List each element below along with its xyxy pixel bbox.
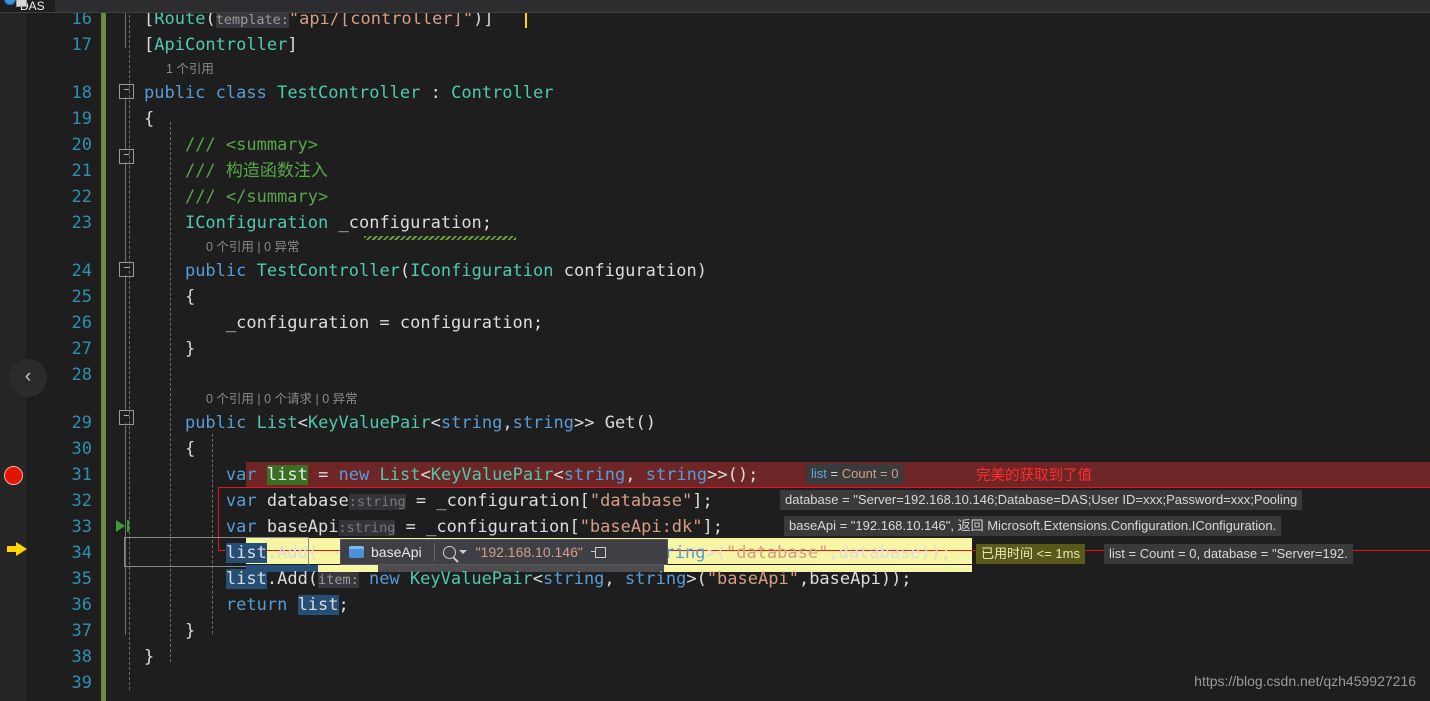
code-line-35[interactable]: list.Add(item: new KeyValuePair<string, … [144, 566, 912, 592]
globe-icon [4, 0, 16, 5]
code-text-area[interactable]: [Route(template:"api/[controller]")] [Api… [144, 0, 1430, 701]
code-line-22[interactable]: /// </summary> [144, 184, 328, 210]
inline-value-eq: = [830, 466, 839, 481]
code-editor[interactable]: 16 17 18 19 20 21 22 23 24 25 26 27 28 29 30 31 32 33 34 35… [0, 0, 1430, 701]
datatip-value: "192.168.10.146" [475, 544, 583, 560]
outline-vline [125, 162, 126, 264]
collapse-toggle-line18[interactable]: − [119, 84, 134, 99]
line-number: 34 [71, 543, 92, 563]
run-to-cursor-glyph[interactable] [116, 520, 125, 532]
line-number: 23 [71, 213, 92, 233]
pin-icon[interactable] [590, 546, 606, 558]
outline-vline [125, 97, 126, 155]
code-line-23[interactable]: IConfiguration _configuration; [144, 210, 492, 236]
code-line-19[interactable]: { [144, 106, 154, 132]
outline-vline [125, 423, 126, 635]
outlining-margin[interactable]: − − − − [108, 0, 144, 701]
structure-guide [129, 0, 130, 690]
line-number: 21 [71, 161, 92, 181]
code-line-31[interactable]: var list = new List<KeyValuePair<string,… [144, 462, 758, 488]
variable-icon [349, 546, 364, 558]
datatip-popup[interactable]: baseApi "192.168.10.146" [340, 539, 668, 565]
line-number: 37 [71, 621, 92, 641]
code-line-36[interactable]: return list; [144, 592, 349, 618]
document-tab-strip[interactable]: DAS [0, 0, 1430, 13]
code-line-24[interactable]: public TestController(IConfiguration con… [144, 258, 707, 284]
outline-vline [125, 275, 126, 411]
collapse-toggle-line24[interactable]: − [119, 262, 134, 277]
line-number: 29 [71, 413, 92, 433]
magnifier-icon[interactable] [442, 545, 456, 559]
line-number: 24 [71, 261, 92, 281]
code-line-26[interactable]: _configuration = configuration; [144, 310, 543, 336]
line-number: 33 [71, 517, 92, 537]
inline-value-baseapi[interactable]: baseApi = "192.168.10.146", 返回 Microsoft… [784, 516, 1282, 536]
code-line-17[interactable]: [ApiController] [144, 32, 298, 58]
codelens-line29[interactable]: 0 个引用 | 0 个请求 | 0 异常 [206, 388, 358, 410]
line-number: 36 [71, 595, 92, 615]
code-line-21[interactable]: /// 构造函数注入 [144, 158, 328, 184]
line-number: 31 [71, 465, 92, 485]
navigate-back-button[interactable]: ‹ [9, 359, 47, 397]
code-line-20[interactable]: /// <summary> [144, 132, 318, 158]
line-number: 39 [71, 673, 92, 693]
line-number: 17 [71, 35, 92, 55]
line-number: 35 [71, 569, 92, 589]
inline-value-list[interactable]: list = Count = 0 [806, 464, 904, 484]
watermark-url: https://blog.csdn.net/qzh459927216 [1194, 673, 1416, 689]
line-number: 25 [71, 287, 92, 307]
chevron-down-icon[interactable] [458, 550, 467, 554]
line-number: 19 [71, 109, 92, 129]
line-number: 22 [71, 187, 92, 207]
line-number-gutter: 16 17 18 19 20 21 22 23 24 25 26 27 28 29 30 31 32 33 34 35… [60, 0, 100, 701]
indicator-margin[interactable] [0, 0, 26, 701]
breakpoint-glyph[interactable] [4, 466, 23, 485]
warning-squiggle [364, 236, 516, 240]
glyph-margin[interactable] [26, 0, 64, 701]
code-line-29[interactable]: public List<KeyValuePair<string,string>>… [144, 410, 656, 436]
page-icon [16, 0, 27, 7]
collapse-toggle-line29[interactable]: − [119, 410, 134, 425]
line-number: 30 [71, 439, 92, 459]
code-line-27[interactable]: } [144, 336, 195, 362]
codelens-line18[interactable]: 1 个引用 [166, 58, 214, 80]
datatip-variable-name: baseApi [371, 544, 422, 560]
line-number: 32 [71, 491, 92, 511]
code-line-37[interactable]: } [144, 618, 195, 644]
code-line-18[interactable]: public class TestController : Controller [144, 80, 553, 106]
line-number: 28 [71, 365, 92, 385]
code-line-38[interactable]: } [144, 644, 154, 670]
change-bar [101, 0, 106, 701]
codelens-line24[interactable]: 0 个引用 | 0 异常 [206, 236, 300, 258]
line-number: 18 [71, 83, 92, 103]
code-line-32[interactable]: var database:string = _configuration["da… [144, 488, 713, 514]
run-to-cursor-bar [127, 520, 129, 532]
inline-value-line34[interactable]: list = Count = 0, database = "Server=192… [1104, 544, 1353, 564]
line-number: 27 [71, 339, 92, 359]
code-line-25[interactable]: { [144, 284, 195, 310]
document-tab[interactable]: DAS [0, 0, 55, 12]
elapsed-time-badge[interactable]: 已用时间 <= 1ms [976, 544, 1085, 564]
red-annotation-text: 完美的获取到了值 [976, 468, 1092, 484]
current-statement-arrow-tail [7, 546, 18, 552]
code-line-30[interactable]: { [144, 436, 195, 462]
inline-value-name: list [811, 466, 827, 481]
datatip-divider [433, 543, 435, 561]
line-number: 20 [71, 135, 92, 155]
line-number: 26 [71, 313, 92, 333]
line-number: 38 [71, 647, 92, 667]
code-line-33[interactable]: var baseApi:string = _configuration["bas… [144, 514, 723, 540]
collapse-toggle-line20[interactable]: − [119, 149, 134, 164]
inline-value-value: Count = 0 [841, 466, 899, 481]
inline-value-database[interactable]: database = "Server=192.168.10.146;Databa… [780, 490, 1303, 510]
